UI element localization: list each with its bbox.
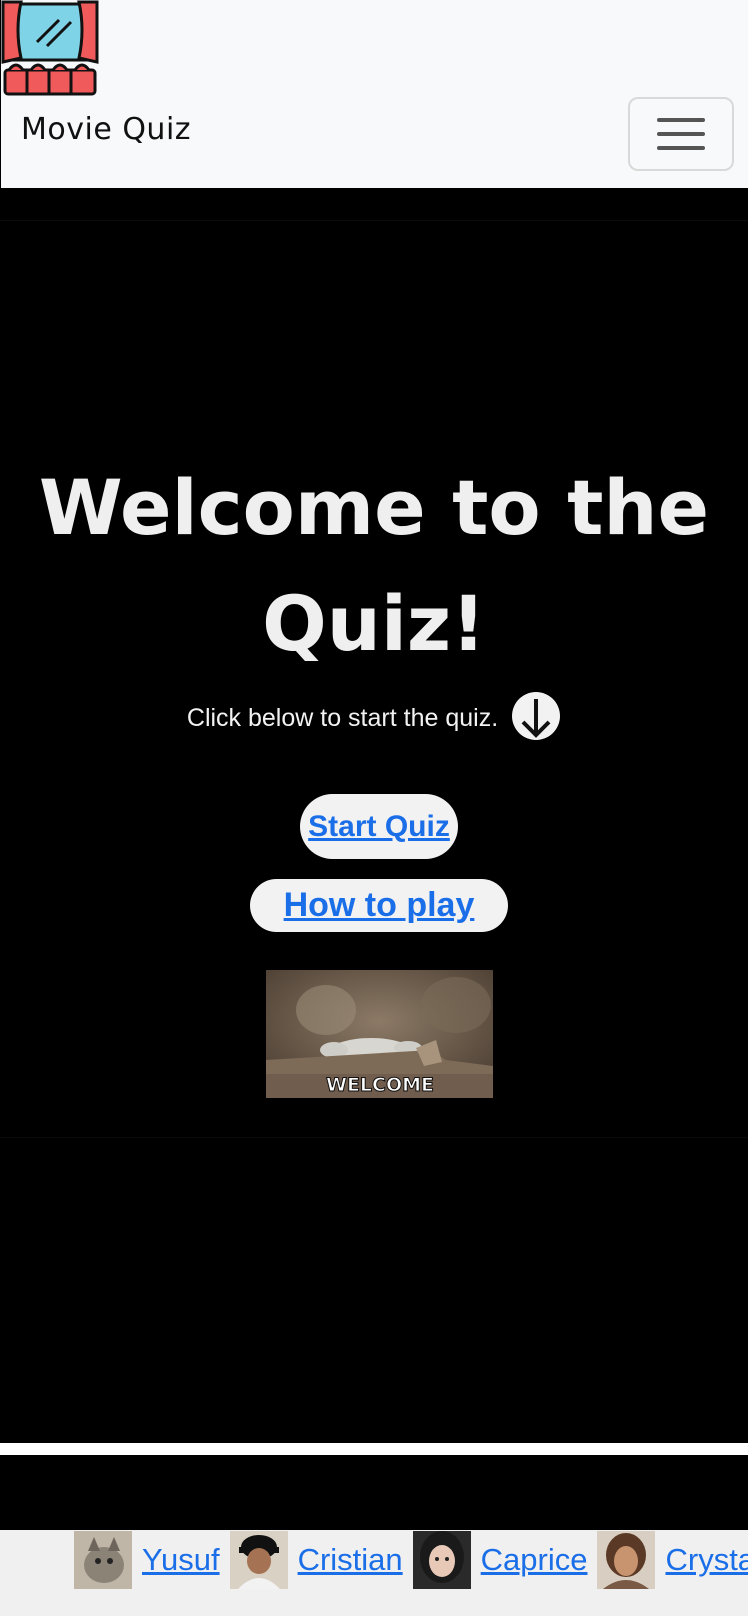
team-member-yusuf[interactable]: Yusuf	[74, 1531, 220, 1589]
page: Movie Quiz Welcome to the Quiz! Click be…	[0, 0, 748, 1616]
avatar	[74, 1531, 132, 1589]
hero-subtitle: Click below to start the quiz.	[0, 692, 748, 743]
welcome-image: WELCOME	[266, 970, 493, 1098]
member-link[interactable]: Yusuf	[142, 1542, 220, 1578]
member-link[interactable]: Cristian	[298, 1542, 403, 1578]
brand-title[interactable]: Movie Quiz	[21, 112, 191, 147]
navbar: Movie Quiz	[0, 0, 748, 188]
team-member-cristian[interactable]: Cristian	[229, 1531, 403, 1589]
member-link[interactable]: Caprice	[481, 1542, 588, 1578]
welcome-image-caption: WELCOME	[326, 1074, 434, 1096]
hero-divider-bottom	[0, 1137, 748, 1138]
avatar	[229, 1531, 288, 1589]
hero-title-line2: Quiz!	[262, 579, 486, 668]
hero-divider-top	[0, 220, 748, 221]
team-member-caprice[interactable]: Caprice	[412, 1531, 588, 1589]
hamburger-menu-icon	[657, 118, 705, 122]
theater-logo-icon[interactable]	[1, 0, 99, 96]
section-separator	[0, 1443, 748, 1455]
navbar-toggle-button[interactable]	[628, 97, 734, 171]
hamburger-menu-icon	[657, 132, 705, 136]
arrow-down-circle-icon	[512, 692, 561, 741]
avatar	[597, 1531, 656, 1589]
member-link[interactable]: Crystal	[665, 1542, 748, 1578]
how-to-play-button[interactable]: How to play	[250, 879, 508, 932]
start-quiz-button[interactable]: Start Quiz	[300, 794, 458, 859]
hero-subtitle-text: Click below to start the quiz.	[186, 704, 499, 732]
hero-title: Welcome to the Quiz!	[0, 450, 748, 682]
hero-title-line1: Welcome to the	[38, 463, 710, 552]
team-members: Yusuf Cristian Caprice Crysta	[74, 1530, 748, 1590]
team-member-crystal[interactable]: Crystal	[597, 1531, 748, 1589]
avatar	[412, 1531, 471, 1589]
hamburger-menu-icon	[657, 146, 705, 150]
